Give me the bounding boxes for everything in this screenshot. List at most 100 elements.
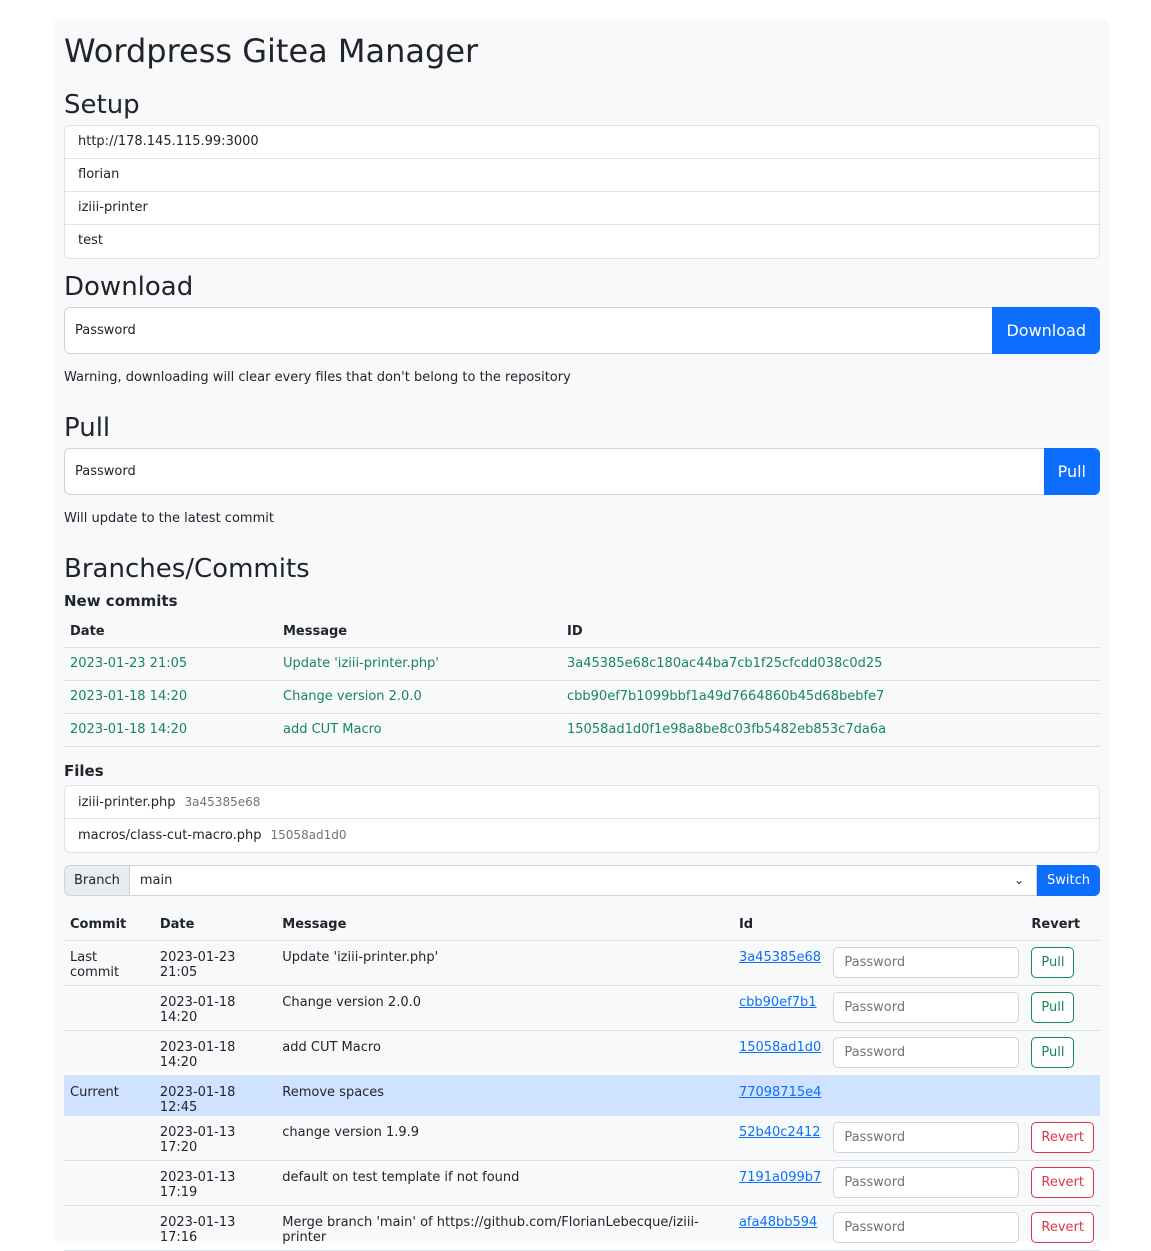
- table-row: 2023-01-23 21:05 Update 'iziii-printer.p…: [64, 647, 1100, 681]
- file-hash: 15058ad1d0: [270, 828, 347, 842]
- download-heading: Download: [64, 272, 194, 302]
- revert-button[interactable]: Revert: [1031, 1166, 1094, 1198]
- password-input[interactable]: [833, 1121, 1020, 1153]
- pull-commit-button[interactable]: Pull: [1031, 991, 1075, 1023]
- revert-button[interactable]: Revert: [1031, 1211, 1094, 1243]
- file-name: iziii-printer.php: [78, 795, 176, 810]
- setup-url: http://178.145.115.99:3000: [65, 126, 1099, 159]
- commit-message: Update 'iziii-printer.php': [277, 647, 561, 681]
- commit-date: 2023-01-18 14:20: [153, 1030, 277, 1076]
- list-item: iziii-printer.php 3a45385e68: [65, 786, 1099, 819]
- commit-id: 15058ad1d0f1e98a8be8c03fb5482eb853c7da6a: [561, 713, 1100, 747]
- commit-label: [64, 1205, 154, 1251]
- table-row: 2023-01-13 17:16 Merge branch 'main' of …: [64, 1205, 1100, 1251]
- col-message: Message: [276, 910, 733, 941]
- commit-id-link[interactable]: 3a45385e68: [739, 950, 821, 965]
- pull-heading: Pull: [64, 413, 111, 443]
- password-input[interactable]: [833, 1166, 1020, 1198]
- new-commits-heading: New commits: [64, 592, 178, 610]
- files-list: iziii-printer.php 3a45385e68 macros/class…: [64, 785, 1100, 853]
- commit-label: Last commit: [64, 940, 154, 986]
- commit-date: 2023-01-23 21:05: [153, 940, 277, 986]
- switch-button[interactable]: Switch: [1037, 865, 1100, 896]
- commit-id-link[interactable]: cbb90ef7b1: [739, 995, 817, 1010]
- table-row: Last commit 2023-01-23 21:05 Update 'izi…: [64, 940, 1100, 986]
- commit-date: 2023-01-18 14:20: [153, 985, 277, 1031]
- commit-message: add CUT Macro: [276, 1030, 733, 1076]
- col-revert: Revert: [1025, 910, 1100, 941]
- revert-button[interactable]: Revert: [1031, 1121, 1094, 1153]
- commit-label: [64, 1160, 154, 1206]
- branch-select[interactable]: main ⌄: [129, 865, 1038, 896]
- commit-date: 2023-01-18 12:45: [153, 1075, 277, 1116]
- commit-id-link[interactable]: afa48bb594: [739, 1215, 817, 1230]
- commit-date: 2023-01-13 17:16: [153, 1205, 277, 1251]
- password-input[interactable]: [833, 946, 1020, 978]
- table-row: 2023-01-13 17:19 default on test templat…: [64, 1160, 1100, 1206]
- table-row: 2023-01-18 14:20 add CUT Macro 15058ad1d…: [64, 713, 1100, 747]
- file-name: macros/class-cut-macro.php: [78, 828, 262, 843]
- commit-message: Update 'iziii-printer.php': [276, 940, 733, 986]
- pull-button[interactable]: Pull: [1043, 448, 1100, 495]
- branch-select-value: main: [139, 873, 173, 888]
- current-commit-row: Current 2023-01-18 12:45 Remove spaces 7…: [64, 1075, 1100, 1116]
- col-id: Id: [732, 910, 828, 941]
- commit-id-link[interactable]: 52b40c2412: [739, 1125, 821, 1140]
- setup-user: florian: [65, 159, 1099, 192]
- chevron-down-icon: ⌄: [1013, 873, 1025, 887]
- page-container: Wordpress Gitea Manager Setup http://178…: [54, 20, 1109, 1251]
- table-row: 2023-01-13 17:20 change version 1.9.9 52…: [64, 1115, 1100, 1161]
- table-row: 2023-01-18 14:20 Change version 2.0.0 cb…: [64, 680, 1100, 714]
- commit-date: 2023-01-23 21:05: [64, 647, 277, 681]
- commit-date: 2023-01-13 17:19: [153, 1160, 277, 1206]
- pull-password-input[interactable]: [64, 448, 1044, 495]
- commit-label: [64, 985, 154, 1031]
- commit-date: 2023-01-18 14:20: [64, 713, 277, 747]
- password-input[interactable]: [833, 991, 1020, 1023]
- password-input[interactable]: [833, 1036, 1020, 1068]
- col-date: Date: [64, 617, 277, 648]
- branch-label: Branch: [64, 865, 130, 896]
- files-heading: Files: [64, 762, 104, 780]
- download-button[interactable]: Download: [992, 307, 1100, 354]
- commit-message: default on test template if not found: [276, 1160, 733, 1206]
- file-hash: 3a45385e68: [184, 795, 261, 809]
- commit-id-link[interactable]: 77098715e4: [739, 1085, 821, 1100]
- commit-label: Current: [64, 1075, 154, 1116]
- col-commit: Commit: [64, 910, 154, 941]
- commit-message: Remove spaces: [276, 1075, 733, 1116]
- table-row: 2023-01-18 14:20 Change version 2.0.0 cb…: [64, 985, 1100, 1031]
- commit-message: add CUT Macro: [277, 713, 561, 747]
- commit-id: 3a45385e68c180ac44ba7cb1f25cfcdd038c0d25: [561, 647, 1100, 681]
- commit-message: Change version 2.0.0: [277, 680, 561, 714]
- col-id: ID: [561, 617, 1100, 648]
- password-input[interactable]: [833, 1211, 1020, 1243]
- col-password: [827, 910, 1026, 941]
- download-password-input[interactable]: [64, 307, 993, 354]
- commit-date: 2023-01-18 14:20: [64, 680, 277, 714]
- commit-message: change version 1.9.9: [276, 1115, 733, 1161]
- commit-id-link[interactable]: 7191a099b7: [739, 1170, 821, 1185]
- download-warning: Warning, downloading will clear every fi…: [64, 370, 571, 385]
- commit-message: Change version 2.0.0: [276, 985, 733, 1031]
- download-group: Download: [64, 307, 1100, 354]
- commit-date: 2023-01-13 17:20: [153, 1115, 277, 1161]
- list-item: macros/class-cut-macro.php 15058ad1d0: [65, 819, 1099, 852]
- commit-label: [64, 1030, 154, 1076]
- commit-id: cbb90ef7b1099bbf1a49d7664860b45d68bebfe7: [561, 680, 1100, 714]
- new-commits-table: Date Message ID 2023-01-23 21:05 Update …: [64, 617, 1100, 747]
- pull-commit-button[interactable]: Pull: [1031, 946, 1075, 978]
- setup-branch: test: [78, 233, 103, 248]
- page-title: Wordpress Gitea Manager: [64, 32, 479, 70]
- col-date: Date: [153, 910, 277, 941]
- col-message: Message: [277, 617, 561, 648]
- pull-note: Will update to the latest commit: [64, 511, 274, 526]
- table-row: 2023-01-18 14:20 add CUT Macro 15058ad1d…: [64, 1030, 1100, 1076]
- commit-id-link[interactable]: 15058ad1d0: [739, 1040, 821, 1055]
- pull-group: Pull: [64, 448, 1100, 495]
- commit-message: Merge branch 'main' of https://github.co…: [276, 1205, 733, 1251]
- setup-repo: iziii-printer: [65, 192, 1099, 225]
- branch-selector-group: Branch main ⌄ Switch: [64, 865, 1100, 896]
- pull-commit-button[interactable]: Pull: [1031, 1036, 1075, 1068]
- branches-heading: Branches/Commits: [64, 554, 310, 584]
